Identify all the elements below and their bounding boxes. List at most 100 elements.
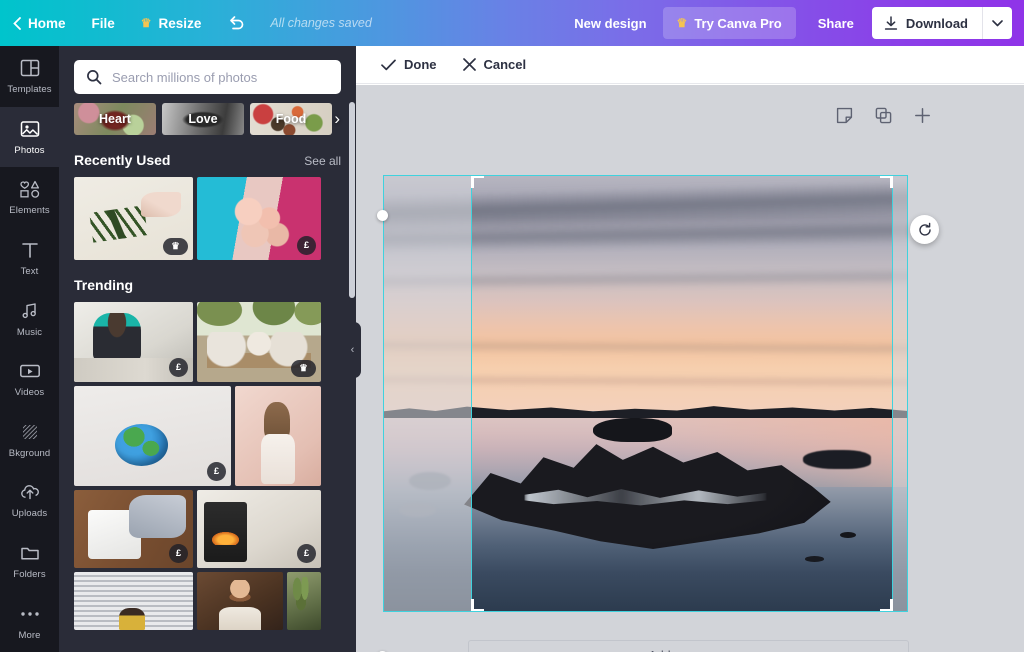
rotate-icon: [918, 222, 931, 236]
sidebar-item-videos[interactable]: Videos: [0, 349, 59, 410]
sidebar-item-folders[interactable]: Folders: [0, 531, 59, 592]
cancel-label: Cancel: [483, 57, 527, 72]
home-button[interactable]: Home: [0, 0, 79, 46]
photo-thumbnail[interactable]: £: [74, 386, 231, 486]
sidebar-item-background[interactable]: Bkground: [0, 410, 59, 471]
cancel-button[interactable]: Cancel: [453, 52, 537, 77]
recently-used-title: Recently Used: [74, 152, 171, 168]
canvas-area[interactable]: + Add a new page: [356, 85, 1024, 652]
photo-thumbnail[interactable]: ♛: [197, 302, 321, 382]
uploads-icon: [19, 481, 41, 503]
duplicate-icon[interactable]: [875, 107, 892, 124]
download-button[interactable]: Download: [872, 7, 982, 39]
photo-thumbnail[interactable]: [197, 572, 283, 630]
sidebar-label: Uploads: [11, 508, 48, 520]
share-button[interactable]: Share: [800, 16, 872, 31]
music-icon: [20, 300, 40, 322]
download-dropdown-button[interactable]: [982, 7, 1012, 39]
photo-thumbnail[interactable]: £: [197, 177, 321, 260]
chevron-right-icon[interactable]: ›: [334, 107, 340, 131]
notes-icon[interactable]: [836, 107, 853, 124]
resize-label: Resize: [158, 15, 202, 31]
rotate-button[interactable]: [910, 215, 939, 244]
pro-badge: ♛: [291, 360, 316, 377]
canva-editor-window: Home File ♛ Resize All changes saved New…: [0, 0, 1024, 652]
sidebar-item-more[interactable]: More: [0, 591, 59, 652]
page-tools: [836, 107, 931, 124]
plus-icon[interactable]: [914, 107, 931, 124]
download-icon: [884, 15, 898, 30]
photo-thumbnail[interactable]: £: [74, 490, 193, 568]
sidebar-label: Folders: [13, 569, 46, 581]
photo-thumbnail[interactable]: [287, 572, 321, 630]
editor-area: Done Cancel: [356, 46, 1024, 652]
crop-handle-top-left[interactable]: [471, 175, 484, 188]
chevron-down-icon: [992, 19, 1003, 26]
price-badge: £: [169, 544, 188, 563]
try-canva-pro-button[interactable]: ♛ Try Canva Pro: [662, 7, 796, 39]
crop-handle-top-right[interactable]: [880, 175, 893, 188]
crop-handle-bottom-right[interactable]: [880, 599, 893, 612]
pro-badge: ♛: [163, 238, 188, 255]
top-toolbar-left: Home File ♛ Resize All changes saved: [0, 0, 384, 46]
photos-panel: Heart Love Food › Recently Used See all …: [59, 46, 356, 652]
chip-heart[interactable]: Heart: [74, 103, 156, 135]
done-label: Done: [404, 57, 437, 72]
videos-icon: [19, 360, 41, 382]
chip-label: Food: [275, 112, 307, 126]
design-page[interactable]: [383, 175, 908, 612]
panel-scrollbar-thumb[interactable]: [349, 102, 355, 298]
trending-title: Trending: [74, 277, 134, 293]
photo-thumbnail[interactable]: £: [74, 302, 193, 382]
chevron-left-icon: [13, 16, 21, 30]
resize-handle-top-left[interactable]: [377, 210, 388, 221]
crop-handle-bottom-left[interactable]: [471, 599, 484, 612]
chevron-left-icon: ‹: [350, 344, 355, 356]
resize-button[interactable]: ♛ Resize: [128, 0, 215, 46]
top-toolbar-right: New design ♛ Try Canva Pro Share Downloa…: [558, 0, 1024, 46]
new-design-button[interactable]: New design: [558, 16, 662, 31]
sidebar-label: Music: [16, 326, 43, 338]
sidebar-item-elements[interactable]: Elements: [0, 167, 59, 228]
elements-icon: [19, 178, 41, 200]
thumbnail-image: [74, 572, 193, 630]
photo-thumbnail[interactable]: £: [197, 490, 321, 568]
photo-thumbnail[interactable]: ♛: [74, 177, 193, 260]
templates-icon: [20, 57, 40, 79]
photo-thumbnail[interactable]: [235, 386, 321, 486]
home-label: Home: [28, 15, 66, 31]
close-icon: [462, 58, 476, 71]
recently-used-header: Recently Used See all: [59, 135, 356, 177]
panel-collapse-button[interactable]: ‹: [344, 322, 361, 378]
undo-icon: [230, 16, 244, 30]
done-button[interactable]: Done: [371, 52, 447, 77]
sidebar-item-templates[interactable]: Templates: [0, 46, 59, 107]
sidebar-item-text[interactable]: Text: [0, 228, 59, 289]
chip-food[interactable]: Food: [250, 103, 332, 135]
sidebar-item-uploads[interactable]: Uploads: [0, 470, 59, 531]
file-label: File: [91, 15, 115, 31]
see-all-link[interactable]: See all: [304, 154, 341, 168]
price-badge: £: [297, 544, 316, 563]
chip-love[interactable]: Love: [162, 103, 244, 135]
sidebar-label: Elements: [9, 205, 50, 217]
sidebar-item-photos[interactable]: Photos: [0, 106, 59, 168]
sidebar-label: Text: [20, 266, 39, 278]
photo-rock: [805, 556, 824, 562]
thumbnail-image: [235, 386, 321, 486]
download-label: Download: [905, 15, 968, 31]
file-menu[interactable]: File: [79, 0, 128, 46]
text-icon: [20, 239, 40, 261]
photo-thumbnail[interactable]: [74, 572, 193, 630]
undo-button[interactable]: [214, 0, 258, 46]
add-new-page-button[interactable]: + Add a new page: [468, 640, 909, 652]
search-input[interactable]: [112, 69, 329, 85]
thumbnail-image: [287, 572, 321, 630]
save-status: All changes saved: [270, 16, 372, 30]
sidebar-label: Bkground: [8, 447, 51, 459]
sidebar-item-music[interactable]: Music: [0, 288, 59, 349]
chip-label: Heart: [99, 112, 131, 126]
left-rail: Templates Photos Elements Text Music Vid…: [0, 46, 59, 652]
search-box[interactable]: [74, 60, 341, 94]
crop-dim-overlay-left: [383, 175, 471, 612]
